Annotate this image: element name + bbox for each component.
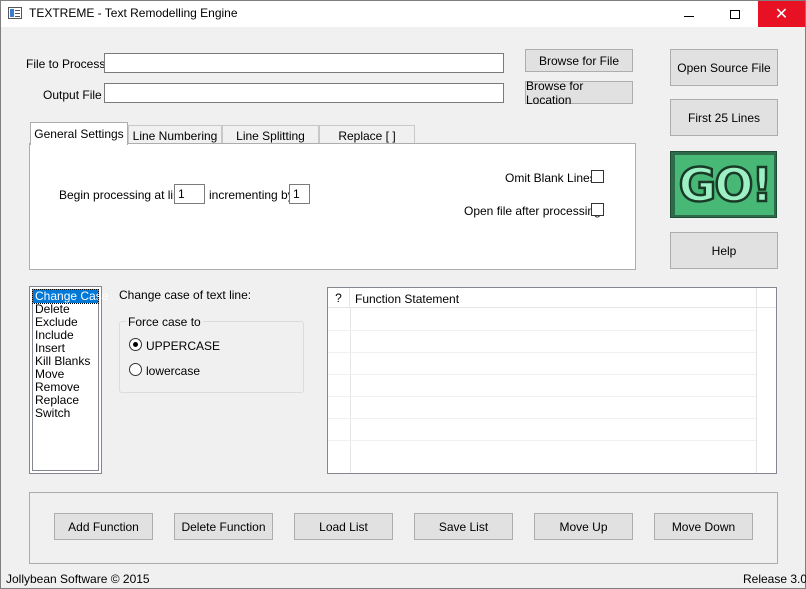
- grid-row-line: [328, 418, 756, 419]
- go-logo: GO!: [675, 155, 774, 215]
- maximize-button[interactable]: [712, 1, 757, 27]
- omit-blank-lines-label: Omit Blank Lines: [505, 171, 596, 185]
- browse-file-button[interactable]: Browse for File: [525, 49, 633, 72]
- grid-divider: [756, 288, 757, 473]
- first-25-lines-button[interactable]: First 25 Lines: [670, 99, 778, 136]
- save-list-button[interactable]: Save List: [414, 513, 513, 540]
- file-to-process-input[interactable]: [104, 53, 504, 73]
- grid-column-statement[interactable]: Function Statement: [355, 292, 459, 306]
- add-function-button[interactable]: Add Function: [54, 513, 153, 540]
- minimize-button[interactable]: [666, 1, 711, 27]
- function-list[interactable]: Change Case Delete Exclude Include Inser…: [29, 286, 108, 474]
- window-title: TEXTREME - Text Remodelling Engine: [29, 6, 238, 20]
- title-bar[interactable]: TEXTREME - Text Remodelling Engine ✕: [1, 1, 805, 27]
- grid-row-line: [328, 352, 756, 353]
- move-up-button[interactable]: Move Up: [534, 513, 633, 540]
- tab-replace[interactable]: Replace [ ]: [319, 125, 415, 145]
- go-button[interactable]: GO!: [670, 151, 777, 218]
- force-case-legend: Force case to: [126, 315, 203, 329]
- copyright-text: Jollybean Software © 2015: [6, 572, 150, 586]
- lowercase-label[interactable]: lowercase: [146, 364, 200, 378]
- help-button[interactable]: Help: [670, 232, 778, 269]
- open-after-processing-label: Open file after processing: [464, 204, 601, 218]
- function-statement-grid[interactable]: ? Function Statement: [327, 287, 777, 474]
- grid-row-line: [328, 374, 756, 375]
- delete-function-button[interactable]: Delete Function: [174, 513, 273, 540]
- output-file-input[interactable]: [104, 83, 504, 103]
- close-icon: ✕: [774, 6, 789, 23]
- minimize-icon: [683, 15, 694, 17]
- grid-row-line: [328, 440, 756, 441]
- go-logo-text: GO!: [677, 157, 773, 214]
- main-window: TEXTREME - Text Remodelling Engine ✕ Fil…: [0, 0, 806, 589]
- tab-general-settings[interactable]: General Settings: [30, 122, 128, 145]
- grid-divider: [350, 308, 351, 473]
- file-to-process-label: File to Process: [26, 57, 106, 71]
- omit-blank-lines-checkbox[interactable]: [591, 170, 604, 183]
- function-description: Change case of text line:: [119, 288, 252, 302]
- grid-column-flag[interactable]: ?: [328, 288, 350, 308]
- begin-processing-label: Begin processing at line: [59, 188, 187, 202]
- close-button[interactable]: ✕: [758, 1, 805, 27]
- open-source-file-button[interactable]: Open Source File: [670, 49, 778, 86]
- browse-location-button[interactable]: Browse for Location: [525, 79, 633, 107]
- grid-row-line: [328, 330, 756, 331]
- grid-header: ? Function Statement: [328, 288, 776, 308]
- release-text: Release 3.0: [743, 572, 806, 586]
- force-case-group: Force case to UPPERCASE lowercase: [119, 315, 304, 393]
- tab-line-splitting[interactable]: Line Splitting: [222, 125, 319, 145]
- lowercase-radio[interactable]: [129, 363, 142, 376]
- load-list-button[interactable]: Load List: [294, 513, 393, 540]
- function-list-inner: Change Case Delete Exclude Include Inser…: [32, 289, 108, 471]
- begin-line-input[interactable]: 1: [174, 184, 205, 204]
- open-after-processing-checkbox[interactable]: [591, 203, 604, 216]
- app-icon[interactable]: [8, 7, 22, 19]
- list-item[interactable]: Switch: [33, 407, 98, 420]
- output-file-label: Output File: [43, 88, 102, 102]
- uppercase-radio[interactable]: [129, 338, 142, 351]
- incrementing-by-label: incrementing by: [209, 188, 294, 202]
- increment-input[interactable]: 1: [289, 184, 310, 204]
- move-down-button[interactable]: Move Down: [654, 513, 753, 540]
- uppercase-label[interactable]: UPPERCASE: [146, 339, 220, 353]
- grid-row-line: [328, 396, 756, 397]
- maximize-icon: [729, 9, 740, 19]
- general-settings-panel: Begin processing at line 1 incrementing …: [29, 143, 636, 270]
- tab-line-numbering[interactable]: Line Numbering: [128, 125, 222, 145]
